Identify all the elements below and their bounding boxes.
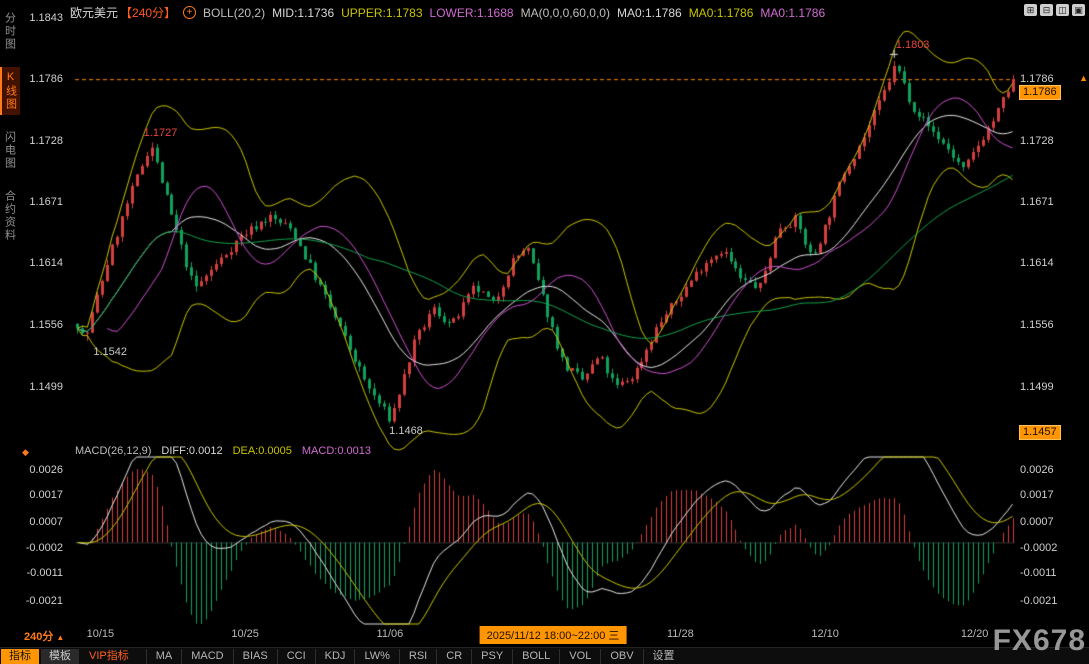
chart-window: 欧元美元 【240分】 + BOLL(20,2) MID:1.1736 UPPE… [0,0,1089,664]
macd-header: MACD(26,12,9) DIFF:0.0012 DEA:0.0005 MAC… [75,445,371,457]
axis-label-left: 0.0026 [0,464,68,476]
axis-label-left: -0.0021 [0,595,68,607]
axis-label-right: 1.1671 [1020,196,1054,208]
price-annotation: 1.1803 [896,39,930,51]
toolbar-indicator-cr[interactable]: CR [436,649,471,664]
symbol-name: 欧元美元 [70,4,118,21]
price-annotation: 1.1468 [389,425,423,437]
axis-label-right: 1.1556 [1020,319,1054,331]
macd-dea-value: DEA:0.0005 [233,445,292,457]
toolbar-indicator-kdj[interactable]: KDJ [315,649,355,664]
axis-label-left: -0.0002 [0,542,68,554]
toolbar-indicator-设置[interactable]: 设置 [643,649,684,664]
axis-label-right: 1.1786 [1020,73,1054,85]
boll-upper-value: UPPER:1.1783 [341,6,422,20]
axis-label-left: 0.0017 [0,489,68,501]
chart-type-sidebar: 分时图 K线图闪电图合约资料 [0,8,19,246]
time-axis: 240分 ▲ 2025/11/12 18:00~22:00 三 10/15 10/… [0,626,1089,644]
toolbar-indicator-ma[interactable]: MA [146,649,182,664]
boll-lower-value: LOWER:1.1688 [430,6,514,20]
axis-label-left: 1.1499 [0,381,68,393]
boll-label: BOLL(20,2) [203,6,265,20]
vertical-split-icon[interactable]: ◫ [1056,4,1069,16]
period-selector[interactable]: 240分 ▲ [24,628,64,644]
price-up-arrow-icon: ▲ [1079,73,1088,83]
sidebar-item-view[interactable]: 分时图 [1,8,19,55]
date-tick: 12/10 [811,628,839,640]
date-tick: 10/25 [231,628,259,640]
toolbar-tab-active[interactable]: 指标 [1,649,39,664]
boll-mid-value: MID:1.1736 [272,6,334,20]
axis-label-left: 0.0007 [0,516,68,528]
macd-macd-value: MACD:0.0013 [302,445,371,457]
indicator-toolbar: 指标模板VIP指标 MAMACDBIASCCIKDJLW%RSICRPSYBOLL… [0,647,1089,664]
toolbar-indicator-lw%[interactable]: LW% [354,649,398,664]
macd-diff-value: DIFF:0.0012 [161,445,222,457]
toolbar-indicator-bias[interactable]: BIAS [233,649,277,664]
axis-label-right: 0.0026 [1020,464,1054,476]
toolbar-indicator-psy[interactable]: PSY [471,649,512,664]
period-selector-label: 240分 [24,631,53,643]
period-tag: 【240分】 [120,4,176,21]
axis-label-right: -0.0002 [1020,542,1057,554]
add-indicator-icon[interactable]: + [183,6,196,19]
axis-label-right: 1.1728 [1020,135,1054,147]
axis-label-left: 1.1556 [0,319,68,331]
macd-section-icon: ◆ [22,447,29,458]
toolbar-tab-normal[interactable]: 模板 [41,649,79,664]
date-tick: 11/28 [667,628,694,640]
price-annotation: 1.1727 [144,127,178,139]
toolbar-indicator-cci[interactable]: CCI [277,649,315,664]
ma-group-label: MA(0,0,0,60,0,0) [521,6,610,20]
axis-label-right: -0.0021 [1020,595,1057,607]
toolbar-indicator-boll[interactable]: BOLL [512,649,559,664]
price-chart-canvas[interactable] [0,0,1089,664]
axis-label-right: 1.1614 [1020,257,1054,269]
axis-label-right: 1.1499 [1020,381,1054,393]
axis-label-left: 1.1614 [0,257,68,269]
toolbar-indicator-rsi[interactable]: RSI [399,649,436,664]
watermark: FX678 [993,624,1086,658]
sidebar-item-kline[interactable]: K线图 [0,67,20,115]
sidebar-item-view[interactable]: 闪电图 [1,127,19,174]
macd-params-label: MACD(26,12,9) [75,445,151,457]
date-tick: 11/06 [377,628,404,640]
toolbar-indicator-vol[interactable]: VOL [559,649,600,664]
ma0-value-2: MA0:1.1786 [689,6,754,20]
low-price-badge: 1.1457 [1019,425,1061,440]
toolbar-indicator-macd[interactable]: MACD [181,649,232,664]
ma0-value-1: MA0:1.1786 [617,6,682,20]
axis-label-right: 0.0007 [1020,516,1054,528]
sidebar-item-view[interactable]: 合约资料 [1,186,19,246]
axis-label-left: -0.0011 [0,567,68,579]
window-layout-icons: ⊞⊟◫▣ [1024,4,1085,16]
horizontal-split-icon[interactable]: ⊟ [1040,4,1053,16]
axis-label-right: -0.0011 [1020,567,1057,579]
toolbar-indicator-obv[interactable]: OBV [600,649,642,664]
date-tick: 12/20 [961,628,989,640]
chart-header: 欧元美元 【240分】 + BOLL(20,2) MID:1.1736 UPPE… [70,4,825,21]
crosshair-date-readout: 2025/11/12 18:00~22:00 三 [480,626,627,644]
current-price-badge: 1.1786 [1019,85,1061,100]
grid-layout-icon[interactable]: ⊞ [1024,4,1037,16]
toolbar-tab-vip[interactable]: VIP指标 [81,649,137,664]
axis-label-right: 0.0017 [1020,489,1054,501]
period-dropdown-icon: ▲ [56,633,64,642]
maximize-icon[interactable]: ▣ [1072,4,1085,16]
price-annotation: 1.1542 [93,346,127,358]
date-tick: 10/15 [87,628,115,640]
ma0-value-3: MA0:1.1786 [760,6,825,20]
